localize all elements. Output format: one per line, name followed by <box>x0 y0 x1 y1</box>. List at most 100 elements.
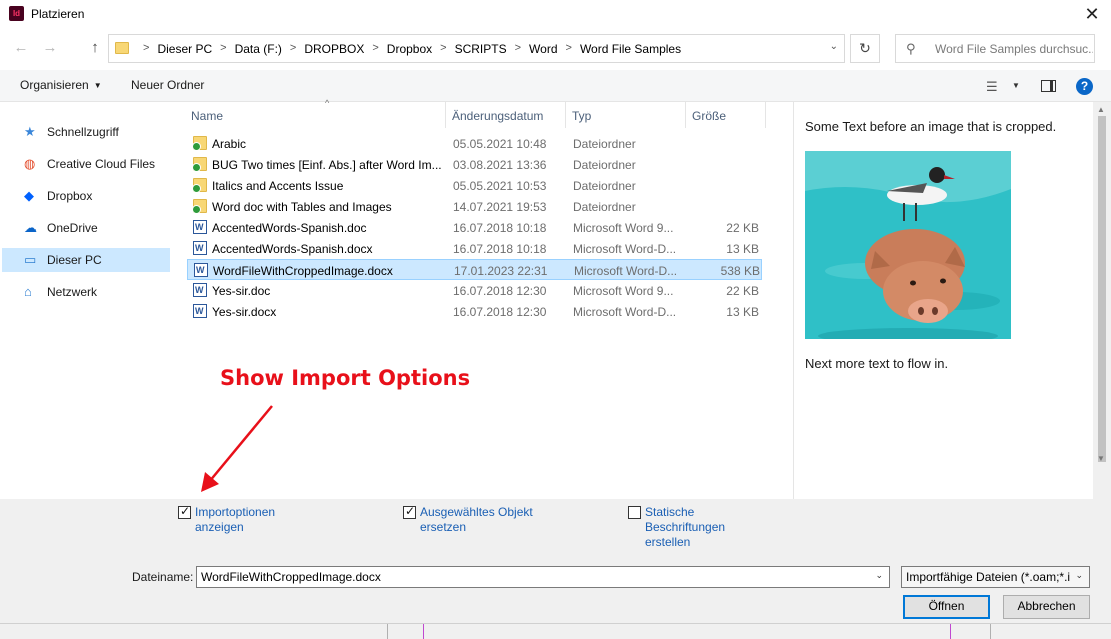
import-options-label[interactable]: Importoptionen anzeigen <box>195 505 275 535</box>
pig-swimming-with-seagull-image <box>805 151 1011 339</box>
word-document-icon <box>193 220 207 234</box>
table-row[interactable]: Italics and Accents Issue 05.05.2021 10:5… <box>187 175 762 196</box>
replace-selected-label[interactable]: Ausgewähltes Objekt ersetzen <box>420 505 533 535</box>
column-divider[interactable] <box>765 102 766 128</box>
breadcrumb-item[interactable]: Word <box>529 42 557 56</box>
breadcrumb-item[interactable]: DROPBOX <box>304 42 364 56</box>
import-options-checkbox[interactable] <box>178 504 191 519</box>
column-header-size[interactable]: Größe <box>686 102 766 128</box>
breadcrumb-separator-icon[interactable]: > <box>290 42 296 56</box>
file-date: 05.05.2021 10:53 <box>453 179 547 193</box>
sidebar-item-schnellzugriff[interactable]: ★ Schnellzugriff <box>2 120 170 144</box>
folder-icon <box>115 42 129 54</box>
table-row[interactable]: AccentedWords-Spanish.docx 16.07.2018 10:… <box>187 238 762 259</box>
vertical-scrollbar[interactable]: ▲ ▼ <box>1093 102 1111 499</box>
scroll-down-icon[interactable]: ▼ <box>1097 454 1105 463</box>
sidebar-item-label: Schnellzugriff <box>47 125 119 139</box>
background-line <box>950 624 951 639</box>
navigation-bar: ← → ↑ > Dieser PC > Data (F:) > DROPBOX > Dropb… <box>0 31 1111 67</box>
filetype-select[interactable]: Importfähige Dateien (*.oam;*.i ⌄ <box>901 566 1090 588</box>
breadcrumb-separator-icon[interactable]: > <box>143 42 149 56</box>
scrollbar-thumb[interactable] <box>1098 116 1106 462</box>
close-icon[interactable]: ✕ <box>1078 3 1106 25</box>
cancel-button[interactable]: Abbrechen <box>1003 595 1090 619</box>
file-type: Microsoft Word-D... <box>573 305 677 319</box>
static-captions-checkbox[interactable] <box>628 506 641 519</box>
breadcrumb-separator-icon[interactable]: > <box>440 42 446 56</box>
filename-field[interactable]: WordFileWithCroppedImage.docx ⌄ <box>196 566 890 588</box>
caret-down-icon[interactable]: ▼ <box>1012 81 1020 90</box>
table-row[interactable]: Arabic 05.05.2021 10:48 Dateiordner <box>187 133 762 154</box>
chevron-down-icon[interactable]: ⌄ <box>875 570 883 581</box>
breadcrumb-item[interactable]: Word File Samples <box>580 42 681 56</box>
table-row[interactable]: Word doc with Tables and Images 14.07.202… <box>187 196 762 217</box>
column-header-date[interactable]: Änderungsdatum <box>446 102 564 128</box>
help-icon[interactable]: ? <box>1076 78 1093 95</box>
breadcrumb-item[interactable]: Dropbox <box>387 42 432 56</box>
chevron-down-icon[interactable]: ⌄ <box>830 41 838 52</box>
refresh-icon[interactable]: ↻ <box>850 34 880 63</box>
onedrive-icon: ☁ <box>24 220 37 235</box>
breadcrumb-item[interactable]: Data (F:) <box>235 42 282 56</box>
sidebar-item-dropbox[interactable]: ◆ Dropbox <box>2 184 170 208</box>
column-name-label: Name <box>191 109 224 123</box>
breadcrumb-item[interactable]: SCRIPTS <box>455 42 507 56</box>
sidebar-item-netzwerk[interactable]: ⌂ Netzwerk <box>2 280 170 304</box>
sidebar-item-label: Creative Cloud Files <box>47 157 156 171</box>
sidebar-item-dieser-pc[interactable]: ▭ Dieser PC <box>2 248 170 272</box>
table-row[interactable]: WordFileWithCroppedImage.docx 17.01.2023 … <box>187 259 762 280</box>
background-line <box>387 624 388 639</box>
star-icon: ★ <box>24 124 36 139</box>
breadcrumb-separator-icon[interactable]: > <box>566 42 572 56</box>
address-bar[interactable]: > Dieser PC > Data (F:) > DROPBOX > Dropbox > SCR… <box>108 34 845 63</box>
file-name: AccentedWords-Spanish.docx <box>212 242 373 256</box>
column-date-label: Änderungsdatum <box>452 109 544 123</box>
back-arrow-icon[interactable]: ← <box>12 39 30 57</box>
table-row[interactable]: BUG Two times [Einf. Abs.] after Word Im… <box>187 154 762 175</box>
organize-button[interactable]: Organisieren ▼ <box>20 78 102 92</box>
view-options-icon[interactable]: ☰ <box>986 79 998 95</box>
table-row[interactable]: AccentedWords-Spanish.doc 16.07.2018 10:1… <box>187 217 762 238</box>
filetype-value: Importfähige Dateien (*.oam;*.i <box>906 570 1071 584</box>
file-date: 16.07.2018 12:30 <box>453 284 547 298</box>
file-date: 16.07.2018 10:18 <box>453 221 547 235</box>
dialog-footer: Importoptionen anzeigen Ausgewähltes Obj… <box>0 499 1111 639</box>
file-type: Microsoft Word 9... <box>573 221 674 235</box>
breadcrumb-item[interactable]: Dieser PC <box>157 42 212 56</box>
file-type: Dateiordner <box>573 179 636 193</box>
replace-selected-checkbox[interactable] <box>403 504 416 519</box>
preview-pane-icon[interactable] <box>1041 80 1056 92</box>
open-button[interactable]: Öffnen <box>903 595 990 619</box>
forward-arrow-icon[interactable]: → <box>41 39 59 57</box>
scroll-up-icon[interactable]: ▲ <box>1097 105 1105 114</box>
column-type-label: Typ <box>572 109 592 123</box>
table-row[interactable]: Yes-sir.docx 16.07.2018 12:30 Microsoft Wo… <box>187 301 762 322</box>
breadcrumb-separator-icon[interactable]: > <box>220 42 226 56</box>
up-arrow-icon[interactable]: ↑ <box>86 39 104 57</box>
sidebar-item-onedrive[interactable]: ☁ OneDrive <box>2 216 170 240</box>
folder-icon <box>192 157 207 172</box>
static-captions-label[interactable]: Statische Beschriftungen erstellen <box>645 505 725 550</box>
title-bar: Id Platzieren ✕ <box>0 0 1111 30</box>
file-date: 14.07.2021 19:53 <box>453 200 547 214</box>
breadcrumb-separator-icon[interactable]: > <box>515 42 521 56</box>
chevron-down-icon[interactable]: ⌄ <box>1075 570 1083 581</box>
new-folder-button[interactable]: Neuer Ordner <box>131 78 204 92</box>
sidebar-item-creative-cloud-files[interactable]: ◍ Creative Cloud Files <box>2 152 170 176</box>
breadcrumb-separator-icon[interactable]: > <box>372 42 378 56</box>
preview-image <box>805 151 1011 339</box>
column-header-type[interactable]: Typ <box>566 102 684 128</box>
column-size-label: Größe <box>692 109 727 123</box>
caret-down-icon: ▼ <box>93 81 102 91</box>
folder-icon <box>192 199 207 214</box>
file-type: Dateiordner <box>573 158 636 172</box>
filename-value: WordFileWithCroppedImage.docx <box>201 570 381 584</box>
search-input[interactable]: ⚲ Word File Samples durchsuc... <box>895 34 1095 63</box>
file-name: Yes-sir.docx <box>212 305 277 319</box>
table-row[interactable]: Yes-sir.doc 16.07.2018 12:30 Microsoft Wor… <box>187 280 762 301</box>
breadcrumb: > Dieser PC > Data (F:) > DROPBOX > Dropbox > SCR… <box>135 42 681 56</box>
file-name: BUG Two times [Einf. Abs.] after Word Im… <box>212 158 442 172</box>
column-header-name[interactable]: Name ^ <box>187 98 445 128</box>
file-date: 05.05.2021 10:48 <box>453 137 547 151</box>
folder-icon <box>192 136 207 151</box>
